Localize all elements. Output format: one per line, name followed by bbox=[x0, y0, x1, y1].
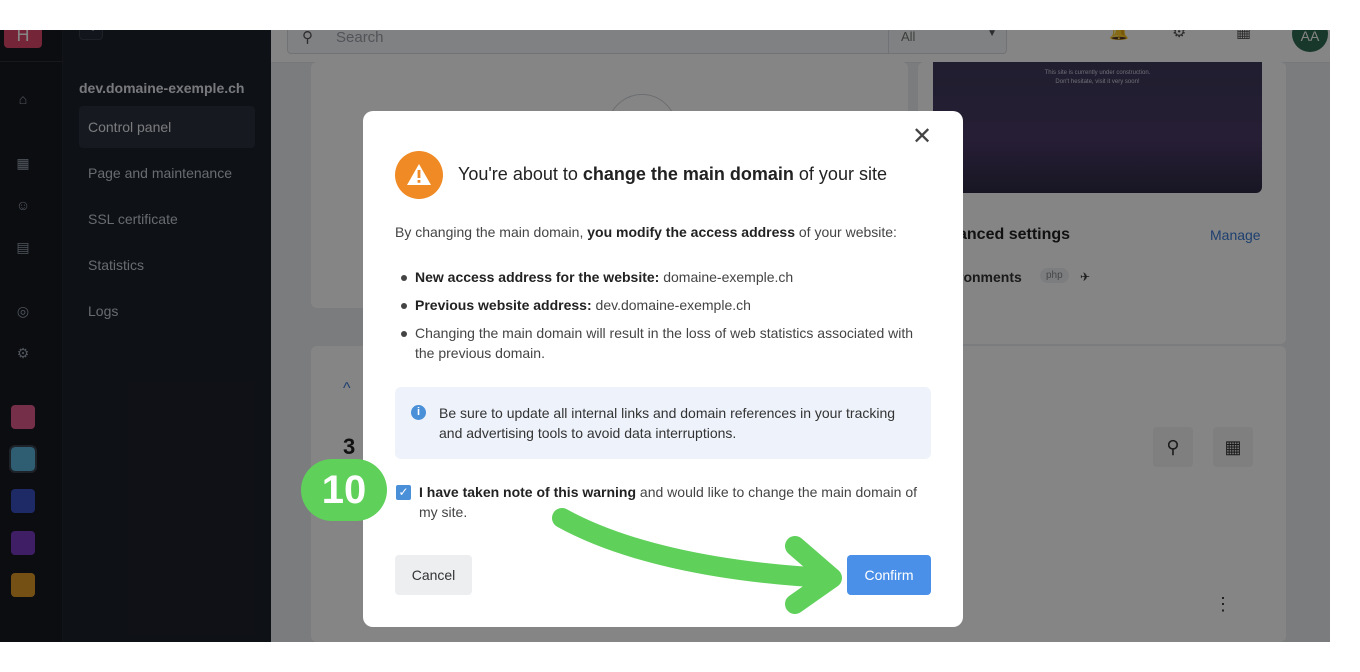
dialog-intro: By changing the main domain, you modify … bbox=[395, 224, 897, 240]
close-icon[interactable]: ✕ bbox=[911, 125, 933, 149]
warning-icon bbox=[395, 151, 443, 199]
pointer-arrow-icon bbox=[552, 508, 842, 614]
acknowledge-checkbox[interactable]: ✓ bbox=[396, 485, 411, 500]
dialog-title: You're about to change the main domain o… bbox=[458, 164, 887, 184]
info-icon: i bbox=[411, 405, 426, 420]
info-text: Be sure to update all internal links and… bbox=[439, 405, 896, 441]
cancel-button[interactable]: Cancel bbox=[395, 555, 472, 595]
step-badge: 10 bbox=[301, 459, 387, 521]
info-box: i Be sure to update all internal links a… bbox=[395, 387, 931, 459]
